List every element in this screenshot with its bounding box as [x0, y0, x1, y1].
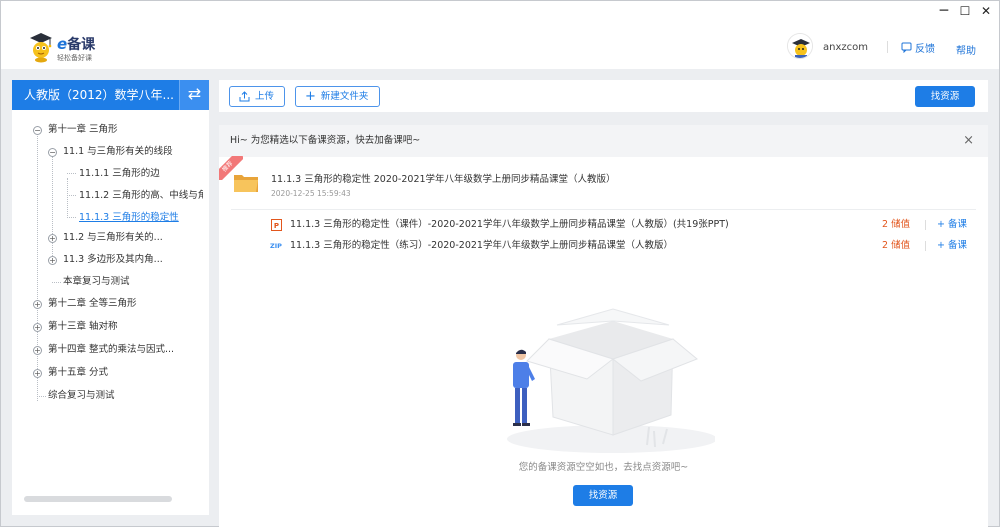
add-lesson-button[interactable]: + 备课 [937, 217, 967, 233]
toolbar: 上传 + 新建文件夹 找资源 [219, 80, 988, 112]
resource-row: ZIP 11.1.3 三角形的稳定性（练习）-2020-2021学年八年级数学上… [270, 238, 976, 254]
new-folder-button[interactable]: + 新建文件夹 [295, 86, 380, 107]
expand-toggle[interactable]: + [48, 256, 57, 265]
app-header: e备课 轻松备好课 anxzcom 反馈 帮助 [1, 21, 999, 69]
tree-node[interactable]: 综合复习与测试 [48, 387, 115, 405]
minimize-button[interactable]: ─ [933, 2, 955, 20]
tree-node[interactable]: 本章复习与测试 [63, 273, 130, 291]
tree-line [52, 282, 61, 283]
brand-e: e [57, 35, 68, 53]
sidebar: 人教版（2012）数学八年... ⇄ − 第十一章 三角形 − 11.1 与三角… [12, 80, 209, 515]
book-title: 人教版（2012）数学八年... [24, 88, 174, 102]
resource-price: 2 储值 [882, 219, 911, 230]
find-resources-button[interactable]: 找资源 [915, 86, 975, 107]
row-divider [925, 220, 926, 230]
brand-name: e备课 [57, 36, 95, 53]
package-title[interactable]: 11.1.3 三角形的稳定性 2020-2021学年八年级数学上册同步精品课堂（… [271, 171, 616, 185]
tree-node-selected[interactable]: 11.1.3 三角形的稳定性 [79, 209, 179, 227]
find-resources-button-empty[interactable]: 找资源 [573, 485, 633, 506]
user-avatar-icon [788, 34, 812, 58]
tree-node[interactable]: 11.2 与三角形有关的... [63, 229, 163, 247]
empty-box-illustration [507, 308, 715, 453]
tree-node[interactable]: 第十三章 轴对称 [48, 318, 118, 336]
tree-line [37, 133, 38, 401]
tree-line [67, 217, 76, 218]
tree-node[interactable]: 11.3 多边形及其内角... [63, 251, 163, 269]
ppt-icon: P [271, 219, 282, 231]
tree-node[interactable]: 11.1.2 三角形的高、中线与角 [79, 187, 203, 205]
tree-node[interactable]: 第十五章 分式 [48, 364, 108, 382]
tree-node[interactable]: 11.1 与三角形有关的线段 [63, 143, 173, 161]
collapse-toggle[interactable]: − [33, 126, 42, 135]
collapse-toggle[interactable]: − [48, 148, 57, 157]
tree-line [67, 178, 68, 218]
new-folder-label: 新建文件夹 [320, 91, 369, 102]
tree-line [67, 195, 76, 196]
close-button[interactable]: ✕ [975, 2, 997, 20]
feedback-label: 反馈 [915, 44, 935, 55]
resource-price: 2 储值 [882, 240, 911, 251]
recommend-banner: Hi~ 为您精选以下备课资源，快去加备课吧~ × [219, 125, 988, 157]
chapter-tree: − 第十一章 三角形 − 11.1 与三角形有关的线段 11.1.1 三角形的边… [12, 120, 209, 450]
tree-node[interactable]: 第十二章 全等三角形 [48, 295, 137, 313]
folder-icon [234, 175, 258, 192]
expand-toggle[interactable]: + [48, 234, 57, 243]
brand-cn: 备课 [67, 37, 96, 53]
book-selector[interactable]: 人教版（2012）数学八年... ⇄ [12, 80, 209, 110]
upload-label: 上传 [255, 91, 275, 102]
mascot-logo-icon [30, 33, 52, 63]
help-link[interactable]: 帮助 [956, 42, 976, 57]
expand-toggle[interactable]: + [33, 300, 42, 309]
tree-node[interactable]: 第十四章 整式的乘法与因式... [48, 341, 174, 359]
upload-icon [239, 91, 250, 102]
resource-name[interactable]: 11.1.3 三角形的稳定性（课件）-2020-2021学年八年级数学上册同步精… [290, 217, 729, 233]
swap-icon: ⇄ [187, 84, 202, 103]
header-divider [887, 41, 888, 53]
package-date: 2020-12-25 15:59:43 [271, 189, 351, 198]
empty-message: 您的备课资源空空如也，去找点资源吧~ [518, 462, 689, 473]
zip-icon: ZIP [270, 242, 282, 250]
feedback-link[interactable]: 反馈 [901, 40, 935, 55]
resource-name[interactable]: 11.1.3 三角形的稳定性（练习）-2020-2021学年八年级数学上册同步精… [290, 238, 673, 254]
username[interactable]: anxzcom [823, 42, 868, 53]
app-window: ─ ☐ ✕ e备课 轻松备好课 anxzcom 反馈 帮助 人教版（2012）数… [0, 0, 1000, 527]
tree-line [52, 156, 53, 262]
expand-toggle[interactable]: + [33, 369, 42, 378]
feedback-icon [901, 42, 912, 53]
row-divider [925, 241, 926, 251]
expand-toggle[interactable]: + [33, 323, 42, 332]
maximize-button[interactable]: ☐ [954, 2, 976, 20]
horizontal-scrollbar[interactable] [24, 496, 172, 502]
avatar[interactable] [787, 33, 813, 59]
recommend-greeting: Hi~ 为您精选以下备课资源，快去加备课吧~ [230, 135, 421, 146]
tree-node[interactable]: 第十一章 三角形 [48, 121, 118, 139]
tree-line [37, 396, 46, 397]
resource-row: P 11.1.3 三角形的稳定性（课件）-2020-2021学年八年级数学上册同… [271, 217, 976, 233]
main-panel: Hi~ 为您精选以下备课资源，快去加备课吧~ × 推荐 11.1.3 三角形的稳… [219, 125, 988, 527]
divider [231, 209, 976, 210]
add-lesson-button[interactable]: + 备课 [937, 238, 967, 254]
title-bar: ─ ☐ ✕ [1, 1, 999, 21]
plus-icon: + [305, 89, 316, 104]
upload-button[interactable]: 上传 [229, 86, 285, 107]
tree-node[interactable]: 11.1.1 三角形的边 [79, 165, 160, 183]
expand-toggle[interactable]: + [33, 346, 42, 355]
tree-line [67, 173, 76, 174]
switch-book-button[interactable]: ⇄ [179, 80, 209, 110]
close-banner-button[interactable]: × [963, 125, 974, 157]
brand-slogan: 轻松备好课 [57, 54, 92, 62]
